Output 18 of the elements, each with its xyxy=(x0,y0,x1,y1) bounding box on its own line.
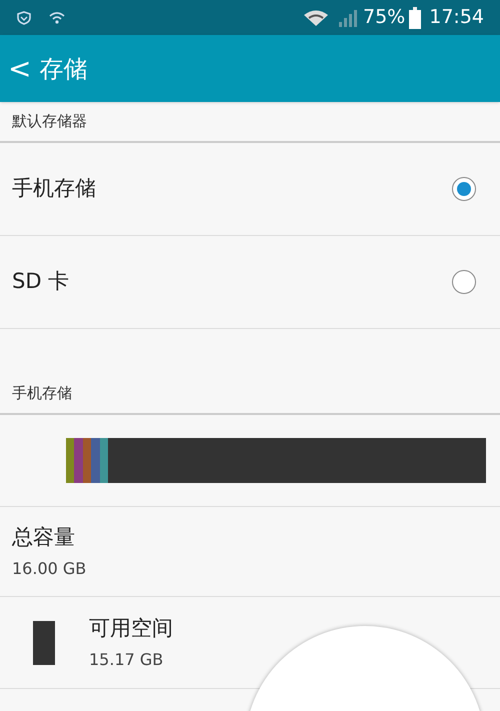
item-value: 15.17 GB xyxy=(89,649,164,672)
radio-button[interactable] xyxy=(452,177,476,201)
section-header: 默认存储器 xyxy=(0,102,500,143)
radio-button[interactable] xyxy=(452,270,476,294)
wifi-icon xyxy=(303,8,329,26)
storage-option[interactable]: 手机存储 xyxy=(0,143,500,236)
item-value: 16.00 GB xyxy=(12,558,88,580)
item-label: 总容量 xyxy=(12,524,76,551)
section-header: 手机存储 xyxy=(0,374,500,415)
page-title: 存储 xyxy=(39,54,88,84)
wifi-icon xyxy=(48,10,66,26)
storage-option[interactable]: SD 卡 xyxy=(0,236,500,329)
item-label: 可用空间 xyxy=(89,614,173,642)
signal-icon xyxy=(337,8,359,26)
shield-icon xyxy=(16,10,32,26)
battery-icon xyxy=(409,6,422,28)
battery-percent: 75% xyxy=(363,5,406,30)
clock-time: 17:54 xyxy=(429,5,484,30)
